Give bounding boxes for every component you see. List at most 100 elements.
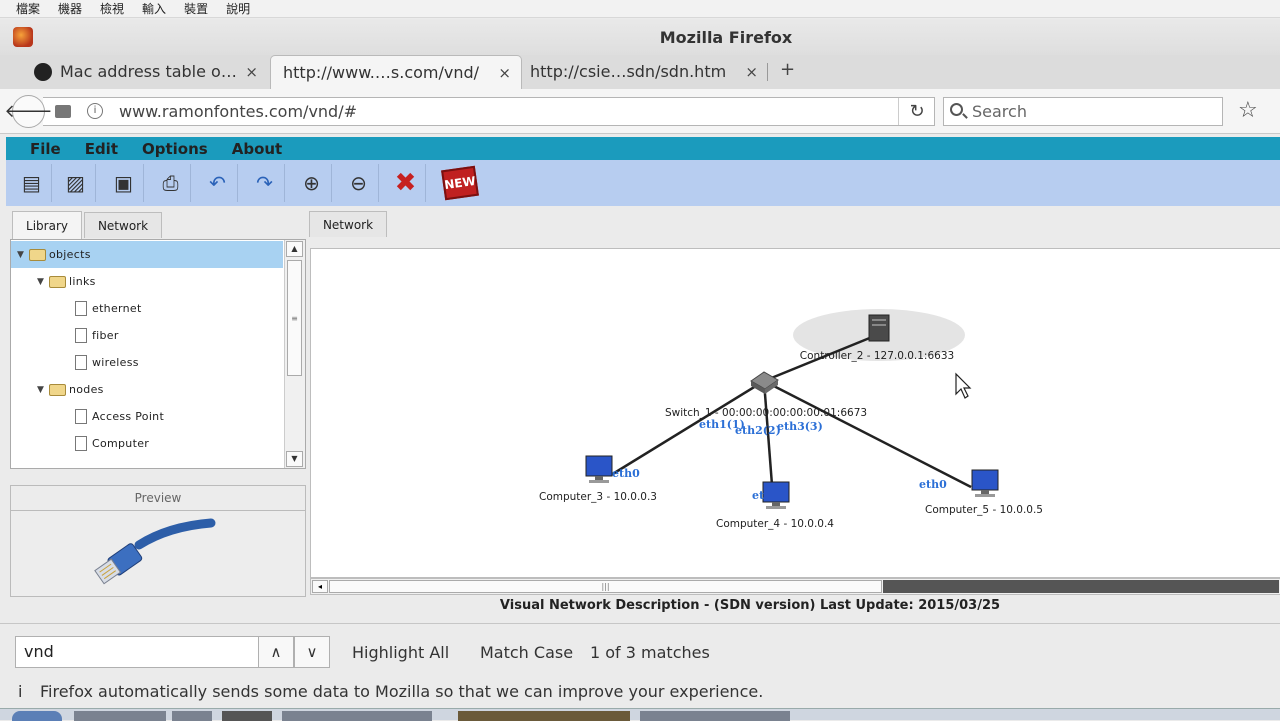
tree-scrollbar[interactable]: ▲ ≡ ▼ [284,240,305,468]
back-button[interactable]: 🡐 [4,95,53,128]
tree-item-nodes[interactable]: ▼ nodes [11,376,283,403]
tab-vnd-active[interactable]: http://www.…s.com/vnd/ × [270,55,522,89]
redo-icon[interactable]: ↷ [245,164,285,202]
url-text[interactable]: www.ramonfontes.com/vnd/# [119,102,357,121]
tab-network-canvas[interactable]: Network [309,211,387,237]
controller-server-icon[interactable] [868,314,890,342]
vm-menu-machine[interactable]: 機器 [58,0,82,17]
vm-menu-file[interactable]: 檔案 [16,0,40,17]
search-icon [950,103,963,116]
tab-library[interactable]: Library [12,211,82,239]
expand-arrow-icon[interactable]: ▼ [37,277,49,287]
port-label: eth3(3) [777,420,823,433]
app-menu-file[interactable]: File [30,140,61,158]
tab-label: Mac address table o… [60,62,237,81]
tree-item-label: Computer [92,437,150,450]
tab-network[interactable]: Network [84,212,162,238]
notification-bar: i Firefox automatically sends some data … [0,678,1280,708]
tree-item-fiber[interactable]: fiber [11,322,283,349]
iface-label: eth0 [919,478,947,491]
expand-arrow-icon[interactable]: ▼ [17,250,29,260]
scroll-down-icon[interactable]: ▼ [286,451,303,467]
app-toolbar: ▤ ▨ ▣ ⎙ ↶ ↷ ⊕ ⊖ ✖ NEW [6,160,1280,206]
computer-4-icon[interactable] [762,481,790,509]
network-canvas[interactable]: Controller_2 - 127.0.0.1:6633 Switch_1 -… [310,248,1280,578]
scroll-up-icon[interactable]: ▲ [286,241,303,257]
tree-item-computer[interactable]: Computer [11,430,283,457]
computer-4-label: Computer_4 - 10.0.0.4 [716,518,834,530]
app-menu-about[interactable]: About [232,140,283,158]
vm-menu-view[interactable]: 檢視 [100,0,124,17]
tab-label: http://www.…s.com/vnd/ [283,63,480,82]
tree-item-links[interactable]: ▼ links [11,268,283,295]
folder-icon [49,383,66,396]
github-icon [34,62,52,81]
tree-item-label: objects [49,248,91,261]
app-menu-options[interactable]: Options [142,140,208,158]
tree-item-wireless[interactable]: wireless [11,349,283,376]
zoom-in-icon[interactable]: ⊕ [292,164,332,202]
tree-item-access-point[interactable]: Access Point [11,403,283,430]
find-previous-button[interactable]: ∧ [258,636,294,668]
tree-item-ethernet[interactable]: ethernet [11,295,283,322]
file-icon [75,436,87,451]
notification-message: Firefox automatically sends some data to… [40,682,764,701]
expand-arrow-icon[interactable]: ▼ [37,385,49,395]
file-icon [75,355,87,370]
open-icon[interactable]: ▨ [56,164,96,202]
scroll-thumb[interactable]: ≡ [287,260,302,376]
zoom-out-icon[interactable]: ⊖ [339,164,379,202]
canvas-hscrollbar[interactable]: ◂ ||| [310,578,1280,595]
highlight-all-toggle[interactable]: Highlight All [352,643,449,662]
new-badge-button[interactable]: NEW [440,164,480,202]
delete-icon[interactable]: ✖ [386,164,426,202]
preview-box [10,511,306,597]
file-icon [75,328,87,343]
url-bar[interactable]: i www.ramonfontes.com/vnd/# ↻ [43,97,935,126]
computer-5-icon[interactable] [971,469,999,497]
tree-item-label: fiber [92,329,119,342]
folder-icon [49,275,66,288]
print-icon[interactable]: ⎙ [151,164,191,202]
app-menubar: File Edit Options About [6,137,1280,160]
info-icon[interactable]: i [87,103,103,119]
find-next-button[interactable]: ∨ [294,636,330,668]
close-tab-icon[interactable]: × [245,63,258,81]
search-input[interactable]: Search [943,97,1223,126]
tree-item-label: ethernet [92,302,142,315]
tab-sdn[interactable]: http://csie…sdn/sdn.htm × [526,55,768,88]
vm-menu-help[interactable]: 說明 [226,0,250,17]
tab-mac-address-table[interactable]: Mac address table o… × [26,55,266,88]
reload-button[interactable]: ↻ [898,98,935,125]
ethernet-cable-icon [94,518,216,585]
tree-item-objects[interactable]: ▼ objects [11,241,283,268]
computer-5-label: Computer_5 - 10.0.0.5 [925,504,1043,516]
find-bar: vnd ∧ ∨ Highlight All Match Case 1 of 3 … [0,623,1280,678]
folder-icon [29,248,46,261]
vm-menu-input[interactable]: 輸入 [142,0,166,17]
find-input[interactable]: vnd [15,636,259,668]
new-tab-button[interactable]: + [780,59,795,80]
close-tab-icon[interactable]: × [498,64,511,82]
tree-item-label: Access Point [92,410,165,423]
vm-menu-devices[interactable]: 裝置 [184,0,208,17]
iface-label: eth0 [612,467,640,480]
match-case-toggle[interactable]: Match Case [480,643,573,662]
scroll-left-icon[interactable]: ◂ [312,580,328,593]
scroll-thumb[interactable]: ||| [329,580,882,593]
vm-menubar: 檔案 機器 檢視 輸入 裝置 說明 [0,0,1280,18]
page-footer: Visual Network Description - (SDN versio… [499,598,1001,613]
bookmark-star-icon[interactable]: ☆ [1238,98,1258,123]
new-icon[interactable]: ▤ [12,164,52,202]
left-panel: Library Network ▼ objects ▼ links ethern… [6,208,306,598]
switch-icon[interactable] [750,371,779,394]
undo-icon[interactable]: ↶ [198,164,238,202]
mouse-cursor-icon [955,372,972,399]
link-switch-computer-5[interactable] [763,379,972,489]
switch-label: Switch_1 - 00:00:00:00:00:00:01:6673 [665,407,867,419]
tab-strip: Mac address table o… × http://www.…s.com… [0,55,1280,89]
app-menu-edit[interactable]: Edit [85,140,118,158]
computer-3-icon[interactable] [585,455,613,483]
close-tab-icon[interactable]: × [745,63,758,81]
save-icon[interactable]: ▣ [104,164,144,202]
